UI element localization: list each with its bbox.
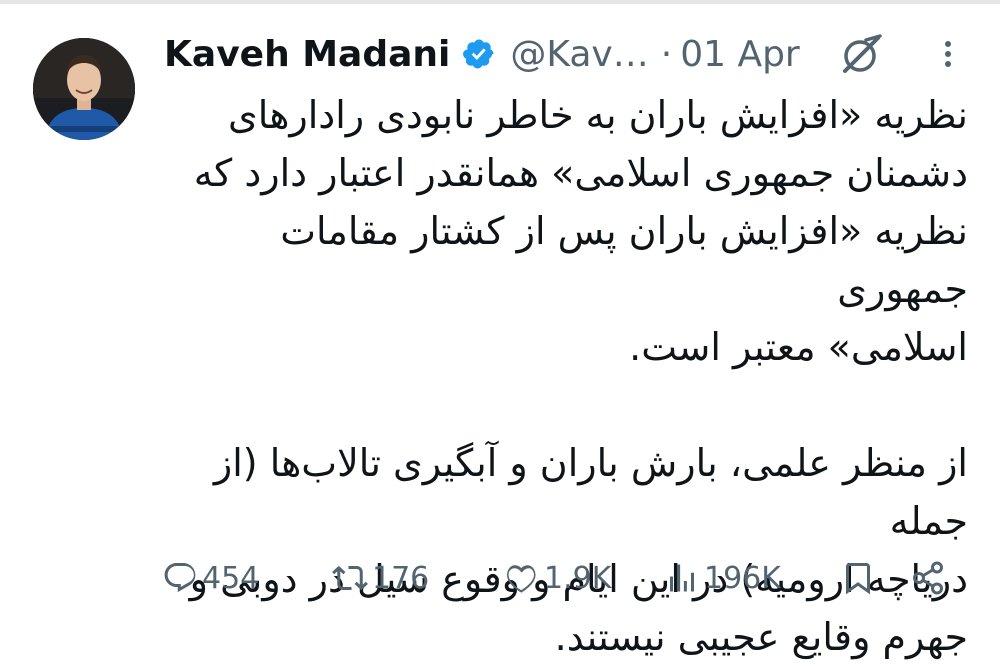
text-line: دشمنان جمهوری اسلامی» همانقدر اعتبار دار… <box>193 151 968 195</box>
bookmark-icon <box>846 563 870 595</box>
more-options-icon[interactable] <box>928 40 968 68</box>
views-count: 196K <box>704 560 781 596</box>
reply-button[interactable]: 454 <box>162 550 259 606</box>
like-button[interactable]: 1.9K <box>504 550 611 606</box>
reply-count: 454 <box>202 560 260 596</box>
post-date[interactable]: 01 Apr <box>680 34 800 75</box>
text-line: نظریه «افزایش باران به خاطر نابودی رادار… <box>228 93 968 137</box>
verified-badge-icon <box>463 39 494 69</box>
reply-icon <box>164 563 196 593</box>
tweet-header: Kaveh Madani @Kav… · 01 Apr <box>164 26 800 82</box>
text-line: نظریه «افزایش باران پس از کشتار مقامات ج… <box>280 209 968 311</box>
share-button[interactable] <box>910 550 946 606</box>
views-button[interactable]: 196K <box>664 550 781 606</box>
avatar-photo <box>33 38 135 140</box>
text-line: از منظر علمی، بارش باران و آبگیری تالاب‌… <box>213 441 968 543</box>
dot-separator: · <box>660 33 673 75</box>
author-name[interactable]: Kaveh Madani <box>164 34 450 75</box>
grok-icon[interactable] <box>840 32 884 76</box>
avatar[interactable] <box>33 38 135 140</box>
heart-icon <box>507 565 536 593</box>
views-icon <box>670 564 694 592</box>
repost-count: 176 <box>372 560 430 596</box>
author-handle[interactable]: @Kav… <box>510 34 648 75</box>
top-divider <box>0 0 1000 4</box>
bookmark-button[interactable] <box>840 550 876 606</box>
like-count: 1.9K <box>544 560 612 596</box>
repost-button[interactable]: 176 <box>332 550 429 606</box>
share-icon <box>913 561 943 595</box>
repost-icon <box>332 565 368 591</box>
text-line: اسلامی» معتبر است. <box>629 325 968 369</box>
action-bar: 454 176 1.9K 196K <box>0 550 1000 606</box>
text-line: جهرم وقایع عجیبی نیستند. <box>554 615 968 659</box>
